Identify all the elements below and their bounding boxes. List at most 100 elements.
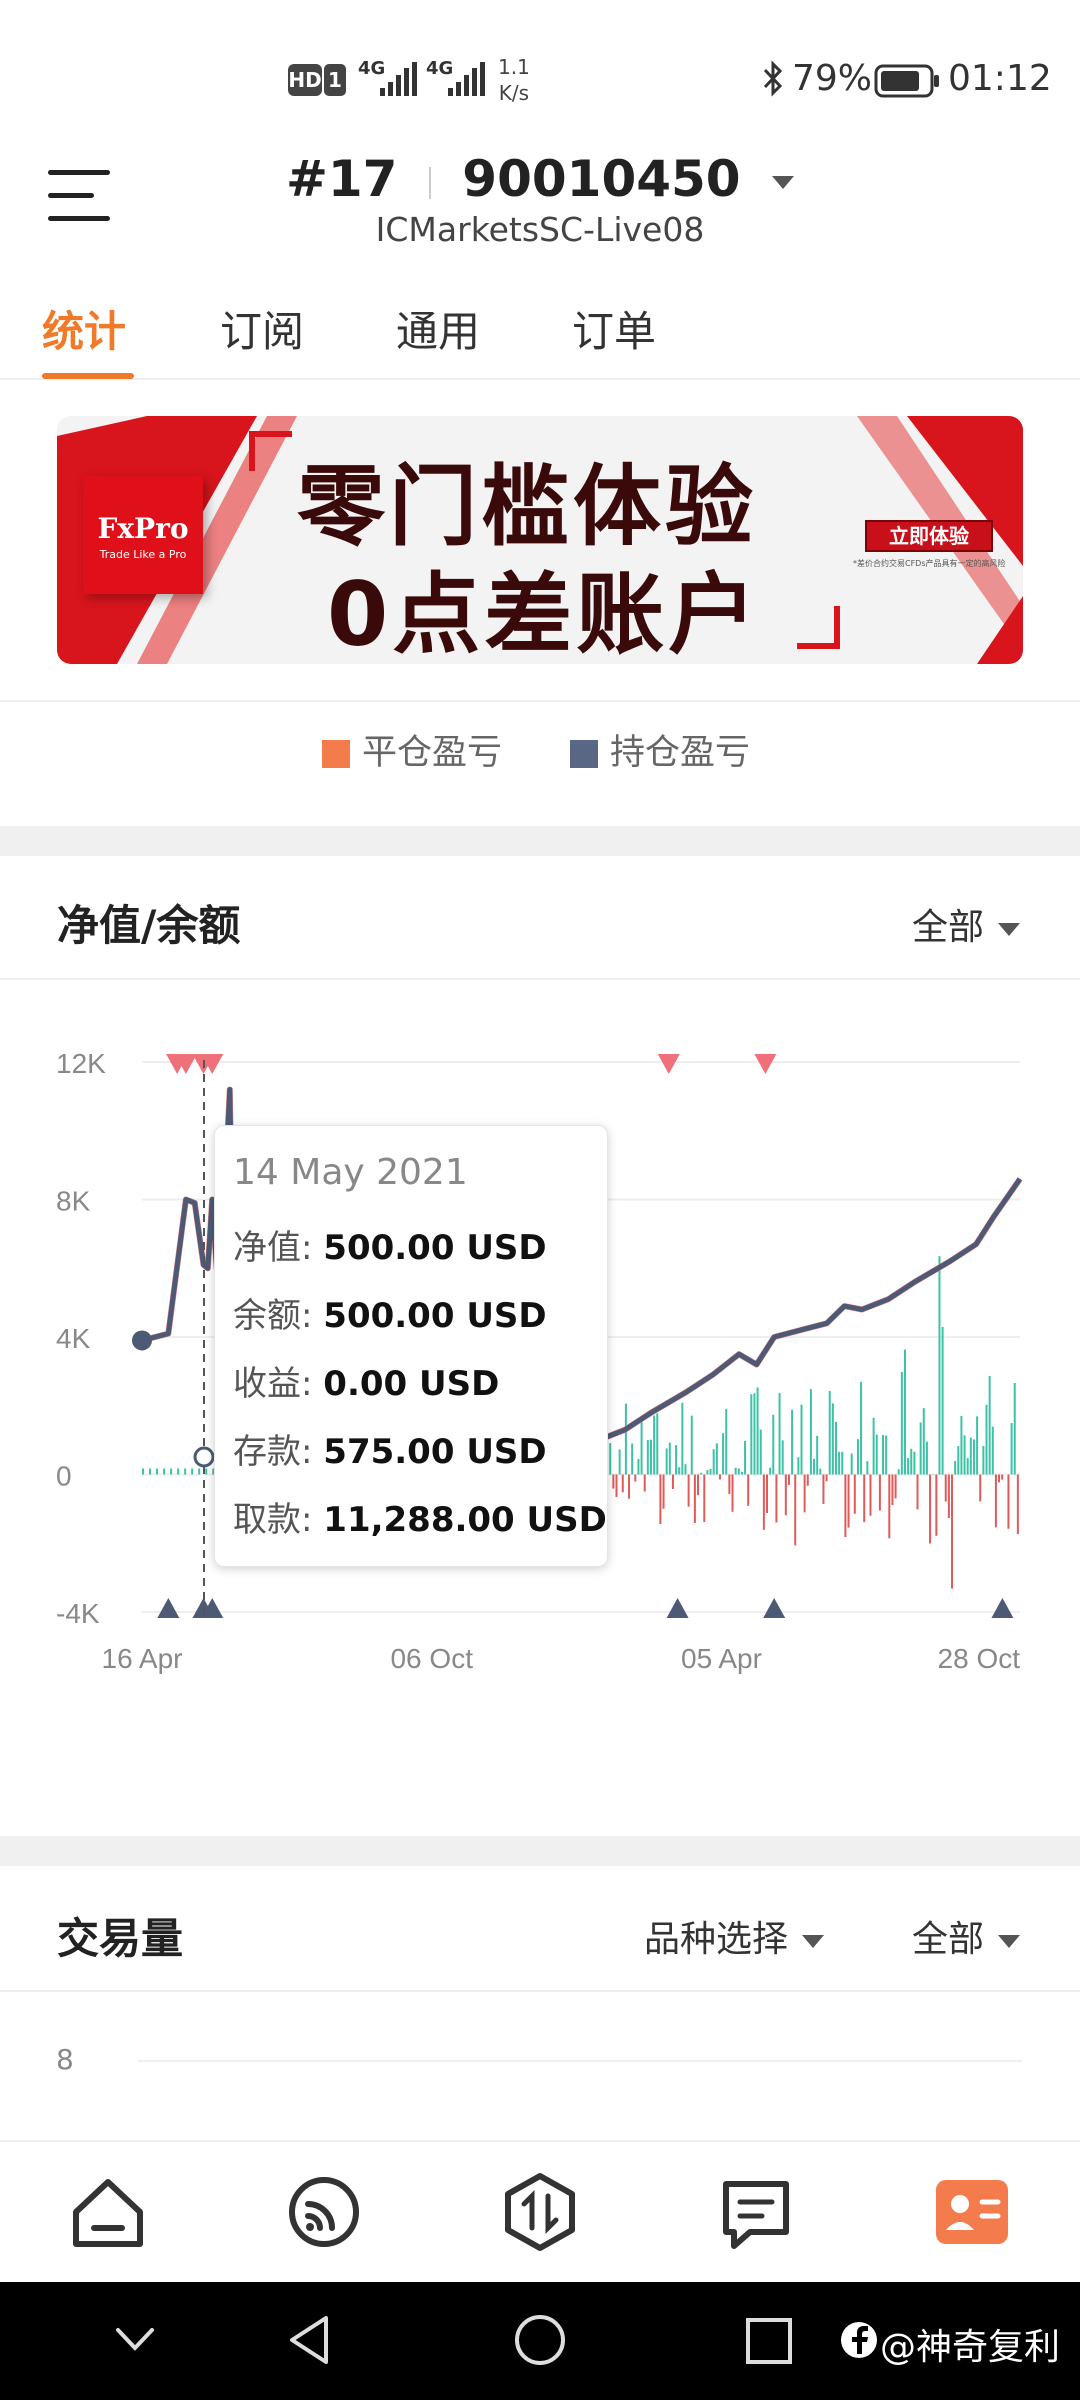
withdraw-marker bbox=[754, 1054, 777, 1074]
account-number: 90010450 bbox=[462, 150, 741, 208]
chevron-down-icon bbox=[772, 176, 795, 189]
news-icon[interactable] bbox=[714, 2170, 798, 2254]
symbol-select-value: 品种选择 bbox=[644, 1919, 789, 1960]
profit-bar bbox=[872, 1417, 875, 1475]
volume-gridline bbox=[138, 2060, 1022, 2062]
profit-bar bbox=[985, 1404, 988, 1475]
account-icon[interactable] bbox=[930, 2170, 1014, 2254]
tooltip-label: 净值: bbox=[233, 1228, 313, 1268]
loss-bar bbox=[979, 1474, 982, 1502]
symbol-select-dropdown[interactable]: 品种选择 bbox=[644, 1910, 825, 1962]
profit-bar bbox=[919, 1422, 922, 1475]
tab-statistics[interactable]: 统计 bbox=[42, 298, 126, 359]
profit-bar bbox=[734, 1467, 737, 1475]
legend-open-pl[interactable]: 持仓盈亏 bbox=[570, 724, 750, 775]
tab-general[interactable]: 通用 bbox=[396, 298, 480, 359]
loss-bar bbox=[944, 1474, 947, 1502]
closed-pl-swatch bbox=[322, 740, 350, 768]
profit-bar bbox=[791, 1409, 794, 1475]
profit-bar bbox=[678, 1467, 681, 1475]
loss-bar bbox=[643, 1474, 646, 1492]
tab-orders[interactable]: 订单 bbox=[572, 298, 656, 359]
account-selector[interactable]: #17 90010450 ICMarketsSC-Live08 bbox=[0, 150, 1080, 249]
loss-bar bbox=[662, 1474, 665, 1509]
profit-bar bbox=[191, 1468, 194, 1475]
profit-bar bbox=[759, 1429, 762, 1475]
recents-icon[interactable] bbox=[744, 2316, 794, 2366]
volume-range-dropdown[interactable]: 全部 bbox=[912, 1910, 1021, 1962]
x-tick-label: 05 Apr bbox=[681, 1643, 762, 1674]
loss-bar bbox=[628, 1474, 631, 1499]
loss-bar bbox=[697, 1474, 700, 1496]
section-separator bbox=[0, 826, 1080, 856]
profit-bar bbox=[976, 1416, 979, 1475]
loss-bar bbox=[878, 1474, 881, 1511]
equity-range-dropdown[interactable]: 全部 bbox=[912, 898, 1021, 950]
trade-icon[interactable] bbox=[498, 2170, 582, 2254]
loss-bar bbox=[747, 1474, 750, 1506]
profit-bar bbox=[177, 1468, 180, 1475]
profit-bar bbox=[913, 1451, 916, 1475]
chevron-down-icon bbox=[998, 922, 1021, 936]
profit-bar bbox=[750, 1394, 753, 1475]
battery-percent: 79% bbox=[792, 58, 873, 99]
profit-bar bbox=[681, 1402, 684, 1475]
legend-closed-pl[interactable]: 平仓盈亏 bbox=[322, 724, 502, 775]
speed-unit: K/s bbox=[498, 81, 530, 105]
home-icon[interactable] bbox=[66, 2170, 150, 2254]
profit-bar bbox=[925, 1441, 928, 1475]
loss-bar bbox=[951, 1474, 954, 1589]
banner-cta-button[interactable]: 立即体验 bbox=[865, 520, 993, 552]
profit-bar bbox=[640, 1421, 643, 1475]
tab-bar: 统计 订阅 通用 订单 bbox=[0, 280, 1080, 380]
start-point bbox=[132, 1330, 152, 1351]
profit-bar bbox=[907, 1457, 910, 1475]
loss-bar bbox=[784, 1474, 787, 1516]
profit-bar bbox=[941, 1326, 944, 1475]
tooltip-row-deposit: 存款: 575.00 USD bbox=[233, 1424, 547, 1473]
back-icon[interactable] bbox=[284, 2312, 334, 2368]
ad-banner[interactable]: FxPro Trade Like a Pro 零门槛体验 0点差账户 立即体验 … bbox=[57, 416, 1023, 664]
loss-bar bbox=[687, 1474, 690, 1507]
tab-active-indicator bbox=[42, 373, 134, 379]
profit-bar bbox=[954, 1461, 957, 1475]
facebook-icon bbox=[841, 2322, 877, 2358]
chevron-down-icon[interactable] bbox=[112, 2322, 158, 2358]
banner-line2: 0点差账户 bbox=[327, 563, 761, 664]
tab-subscribe[interactable]: 订阅 bbox=[220, 298, 304, 359]
profit-bar bbox=[957, 1446, 960, 1475]
volume-section-title: 交易量 bbox=[57, 1914, 184, 1963]
loss-bar bbox=[888, 1474, 891, 1539]
profit-bar bbox=[960, 1415, 963, 1475]
tooltip-value: 575.00 USD bbox=[323, 1432, 547, 1472]
chart-tooltip: 14 May 2021 净值: 500.00 USD 余额: 500.00 US… bbox=[214, 1125, 608, 1567]
profit-bar bbox=[819, 1468, 822, 1475]
profit-bar bbox=[665, 1448, 668, 1475]
profit-bar bbox=[163, 1468, 166, 1475]
y-tick-label: 0 bbox=[56, 1461, 72, 1492]
loss-bar bbox=[728, 1474, 731, 1495]
chevron-down-icon bbox=[802, 1934, 825, 1948]
loss-bar bbox=[621, 1474, 624, 1493]
profit-bar bbox=[841, 1451, 844, 1475]
profit-bar bbox=[709, 1469, 712, 1475]
loss-bar bbox=[825, 1474, 828, 1482]
loss-bar bbox=[693, 1474, 696, 1523]
profit-bar bbox=[684, 1464, 687, 1475]
loss-bar bbox=[766, 1474, 769, 1514]
loss-bar bbox=[929, 1474, 932, 1544]
loss-bar bbox=[863, 1474, 866, 1523]
profit-bar bbox=[1010, 1423, 1013, 1475]
tooltip-value: 0.00 USD bbox=[323, 1364, 500, 1404]
loss-bar bbox=[998, 1474, 1001, 1483]
profit-bar bbox=[831, 1403, 834, 1475]
profit-bar bbox=[875, 1434, 878, 1475]
network-speed: 1.1 K/s bbox=[498, 54, 530, 106]
profit-bar bbox=[1013, 1383, 1016, 1475]
profit-bar bbox=[903, 1349, 906, 1475]
tooltip-row-balance: 余额: 500.00 USD bbox=[233, 1288, 547, 1337]
signals-icon[interactable] bbox=[282, 2170, 366, 2254]
home-circle-icon[interactable] bbox=[512, 2312, 568, 2368]
divider bbox=[0, 978, 1080, 980]
profit-bar bbox=[156, 1468, 159, 1475]
